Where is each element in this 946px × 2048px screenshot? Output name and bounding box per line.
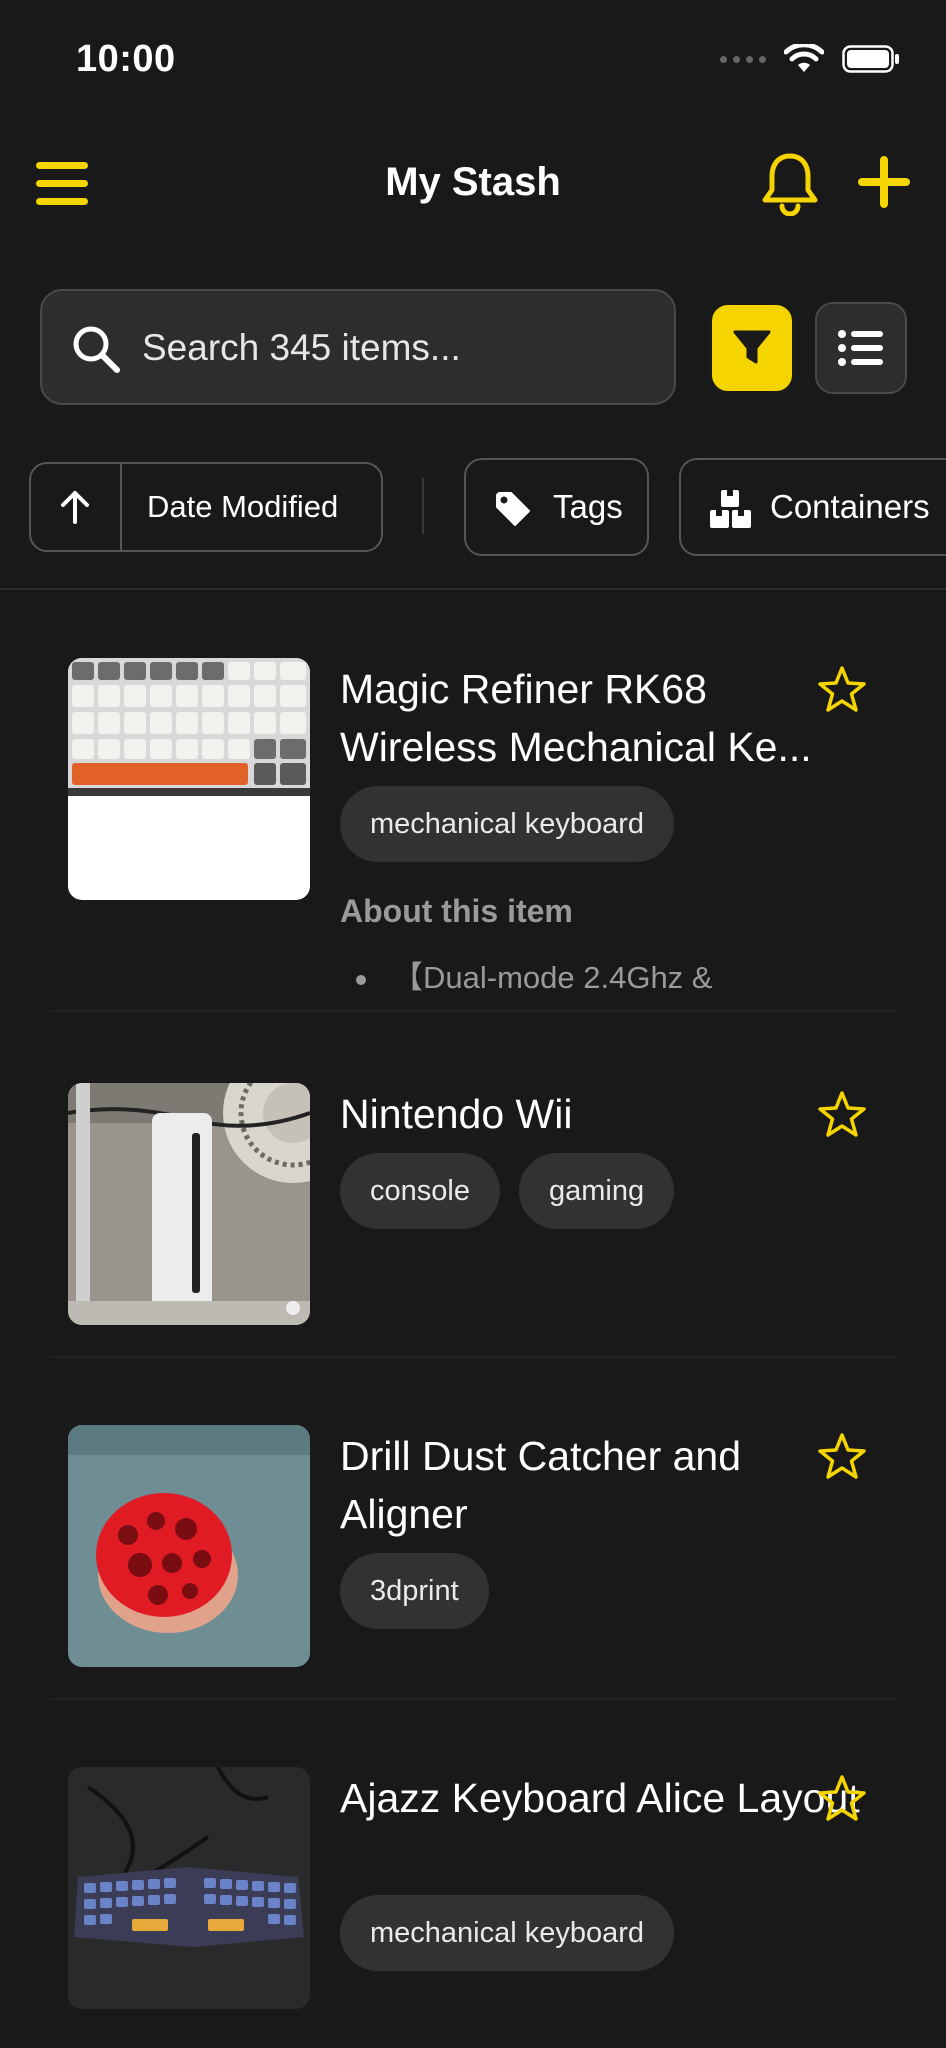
item-description: 【Dual-mode 2.4Ghz & bbox=[356, 952, 712, 997]
sort-label: Date Modified bbox=[147, 489, 339, 524]
sort-chip[interactable]: Date Modified bbox=[29, 462, 383, 552]
tags-chip[interactable]: Tags bbox=[464, 458, 649, 556]
header-divider bbox=[0, 588, 946, 590]
item-thumbnail bbox=[68, 658, 310, 900]
filter-chips-row: Date Modified Tags Containers bbox=[0, 458, 946, 558]
add-icon[interactable] bbox=[854, 152, 914, 212]
filter-icon bbox=[733, 330, 771, 364]
nav-bar: My Stash bbox=[0, 130, 946, 240]
item-thumbnail bbox=[68, 1425, 310, 1667]
status-time: 10:00 bbox=[76, 38, 176, 80]
chips-divider bbox=[422, 478, 424, 534]
search-bar[interactable] bbox=[40, 289, 676, 405]
bell-icon[interactable] bbox=[760, 150, 820, 216]
list-view-button[interactable] bbox=[815, 302, 907, 394]
item-divider bbox=[50, 1010, 896, 1012]
star-icon[interactable] bbox=[816, 1431, 868, 1483]
item-divider bbox=[50, 1356, 896, 1358]
sort-direction-button[interactable] bbox=[31, 464, 119, 550]
boxes-icon bbox=[710, 490, 751, 528]
sort-chip-divider bbox=[120, 464, 122, 550]
item-thumbnail bbox=[68, 1767, 310, 2009]
drill-catcher-photo bbox=[68, 1425, 310, 1667]
battery-icon bbox=[842, 45, 899, 73]
status-icons bbox=[720, 44, 900, 74]
tag-chip[interactable]: console bbox=[340, 1153, 500, 1229]
about-label: About this item bbox=[340, 893, 573, 929]
bullet-dot bbox=[356, 974, 366, 985]
containers-label: Containers bbox=[770, 488, 930, 525]
wii-photo bbox=[68, 1083, 310, 1325]
filter-button[interactable] bbox=[710, 303, 794, 393]
item-title: Magic Refiner RK68 Wireless Mechanical K… bbox=[340, 666, 812, 770]
tag-chip[interactable]: 3dprint bbox=[340, 1553, 489, 1629]
arrow-up-icon bbox=[61, 491, 89, 524]
star-icon[interactable] bbox=[816, 1089, 868, 1141]
tags-label: Tags bbox=[553, 488, 623, 525]
tag-chip[interactable]: gaming bbox=[519, 1153, 675, 1229]
item-title: Ajazz Keyboard Alice Layout bbox=[340, 1775, 860, 1821]
keyboard-photo bbox=[68, 658, 310, 900]
item-title: Drill Dust Catcher and Aligner bbox=[340, 1433, 742, 1537]
item-description-text: 【Dual-mode 2.4Ghz & bbox=[392, 960, 713, 995]
signal-icon bbox=[720, 55, 766, 63]
star-icon[interactable] bbox=[816, 664, 868, 716]
search-icon bbox=[73, 326, 120, 373]
list-icon bbox=[838, 330, 883, 366]
item-title: Nintendo Wii bbox=[340, 1091, 573, 1137]
tag-chip[interactable]: mechanical keyboard bbox=[340, 786, 675, 862]
containers-chip[interactable]: Containers bbox=[679, 458, 946, 556]
item-divider bbox=[50, 1698, 896, 1700]
item-thumbnail bbox=[68, 1083, 310, 1325]
star-icon[interactable] bbox=[816, 1773, 868, 1825]
search-input[interactable] bbox=[140, 291, 664, 405]
ajazz-keyboard-photo bbox=[68, 1767, 310, 2009]
tag-chip[interactable]: mechanical keyboard bbox=[340, 1895, 675, 1971]
wifi-icon bbox=[784, 44, 824, 72]
tag-icon bbox=[496, 492, 530, 526]
status-bar: 10:00 bbox=[0, 0, 946, 120]
